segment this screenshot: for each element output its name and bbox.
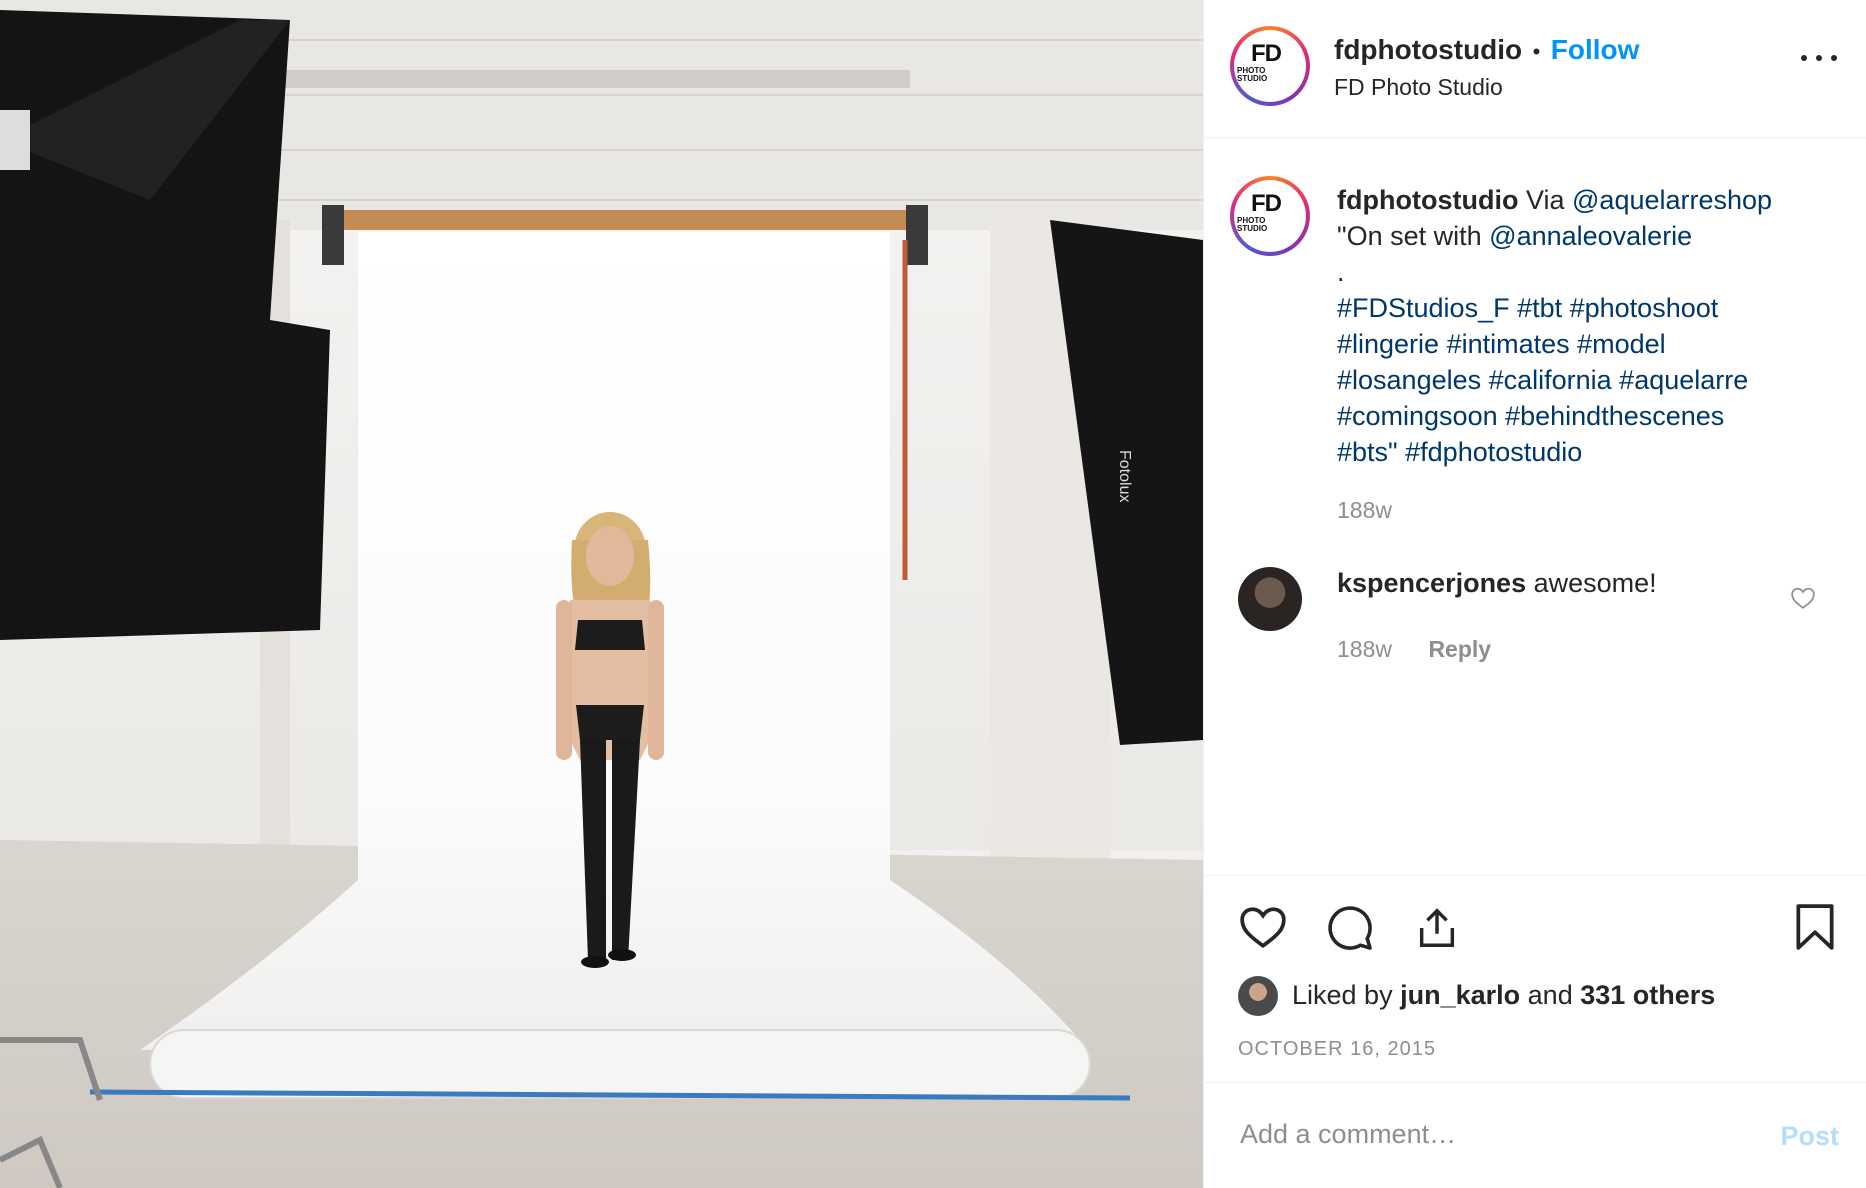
comment-icon[interactable] (1326, 904, 1374, 952)
bookmark-icon[interactable] (1794, 902, 1836, 952)
commenter-avatar[interactable] (1238, 567, 1302, 631)
separator-dot: • (1532, 39, 1541, 64)
likes-prefix: Liked by (1292, 980, 1393, 1010)
liker-username[interactable]: jun_karlo (1400, 980, 1520, 1010)
liker-avatar[interactable] (1238, 976, 1278, 1016)
likes-and: and (1527, 980, 1573, 1010)
comment-username[interactable]: kspencerjones (1337, 568, 1526, 598)
heart-icon[interactable] (1238, 904, 1288, 950)
account-username[interactable]: fdphotostudio (1334, 34, 1522, 65)
hashtags-line-3[interactable]: #losangeles #california #aquelarre (1337, 362, 1817, 398)
softbox-brand-label: Fotolux (1116, 450, 1133, 502)
comment-age[interactable]: 188w (1337, 636, 1392, 662)
hashtag-fdphotostudio[interactable]: #fdphotostudio (1405, 437, 1582, 467)
reply-button[interactable]: Reply (1428, 636, 1491, 662)
post-comment-button[interactable]: Post (1780, 1121, 1839, 1152)
comment-meta: 188w Reply (1337, 636, 1491, 663)
post-header: FD PHOTO STUDIO fdphotostudio • Follow F… (1204, 0, 1866, 138)
hashtags-line-1[interactable]: #FDStudios_F #tbt #photoshoot (1337, 290, 1817, 326)
account-avatar[interactable]: FD PHOTO STUDIO (1230, 26, 1310, 106)
add-comment-input[interactable] (1238, 1113, 1762, 1155)
caption-on-set: "On set with (1337, 221, 1482, 251)
hashtags-line-2[interactable]: #lingerie #intimates #model (1337, 326, 1817, 362)
post-side-panel: FD PHOTO STUDIO fdphotostudio • Follow F… (1203, 0, 1866, 1188)
post-photo[interactable]: Fotolux (0, 0, 1203, 1188)
more-options-icon[interactable] (1801, 52, 1837, 64)
comment-text: awesome! (1533, 568, 1657, 598)
add-comment-bar: Post (1204, 1082, 1866, 1188)
follow-button[interactable]: Follow (1551, 34, 1640, 65)
post-date[interactable]: OCTOBER 16, 2015 (1238, 1038, 1436, 1061)
studio-scene-image: Fotolux (0, 0, 1203, 1188)
fd-logo-small: FD PHOTO STUDIO (1237, 183, 1295, 241)
mention-annaleovalerie[interactable]: @annaleovalerie (1489, 221, 1692, 251)
fd-logo: FD PHOTO STUDIO (1237, 33, 1295, 91)
caption-username[interactable]: fdphotostudio (1337, 185, 1518, 215)
mention-aquelarreshop[interactable]: @aquelarreshop (1572, 185, 1772, 215)
hashtags-line-4[interactable]: #comingsoon #behindthescenes (1337, 398, 1817, 434)
likes-others-count[interactable]: 331 others (1580, 980, 1715, 1010)
caption-via: Via (1525, 185, 1565, 215)
share-icon[interactable] (1414, 904, 1460, 952)
caption-age[interactable]: 188w (1337, 492, 1817, 528)
account-display-name[interactable]: FD Photo Studio (1334, 74, 1503, 101)
small-heart-icon[interactable] (1790, 586, 1816, 610)
hashtag-bts[interactable]: #bts" (1337, 437, 1398, 467)
caption-dot: . (1337, 257, 1345, 287)
actions-divider (1204, 875, 1866, 876)
caption-avatar[interactable]: FD PHOTO STUDIO (1230, 176, 1310, 256)
comment-row: kspencerjones awesome! (1337, 568, 1657, 599)
post-caption: fdphotostudio Via @aquelarreshop "On set… (1337, 182, 1817, 528)
likes-summary: Liked by jun_karlo and 331 others (1292, 980, 1715, 1011)
